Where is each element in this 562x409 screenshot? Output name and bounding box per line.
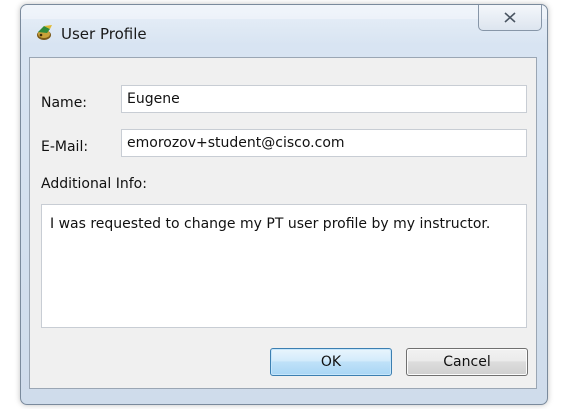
additional-info-label: Additional Info: [41,176,147,192]
close-button[interactable] [478,5,542,31]
packet-tracer-icon [35,23,55,43]
email-field[interactable]: emorozov+student@cisco.com [121,129,527,157]
additional-info-textarea[interactable]: I was requested to change my PT user pro… [41,204,527,328]
name-field[interactable]: Eugene [121,85,527,113]
user-profile-dialog: User Profile Name: Eugene E-Mail: emoroz… [20,4,548,405]
cancel-button[interactable]: Cancel [406,348,528,376]
close-icon [504,12,516,23]
dialog-body: Name: Eugene E-Mail: emorozov+student@ci… [29,57,537,389]
window-title: User Profile [61,25,147,43]
email-label: E-Mail: [41,139,89,155]
name-label: Name: [41,95,88,111]
ok-button[interactable]: OK [270,348,392,376]
title-bar[interactable]: User Profile [21,5,547,57]
